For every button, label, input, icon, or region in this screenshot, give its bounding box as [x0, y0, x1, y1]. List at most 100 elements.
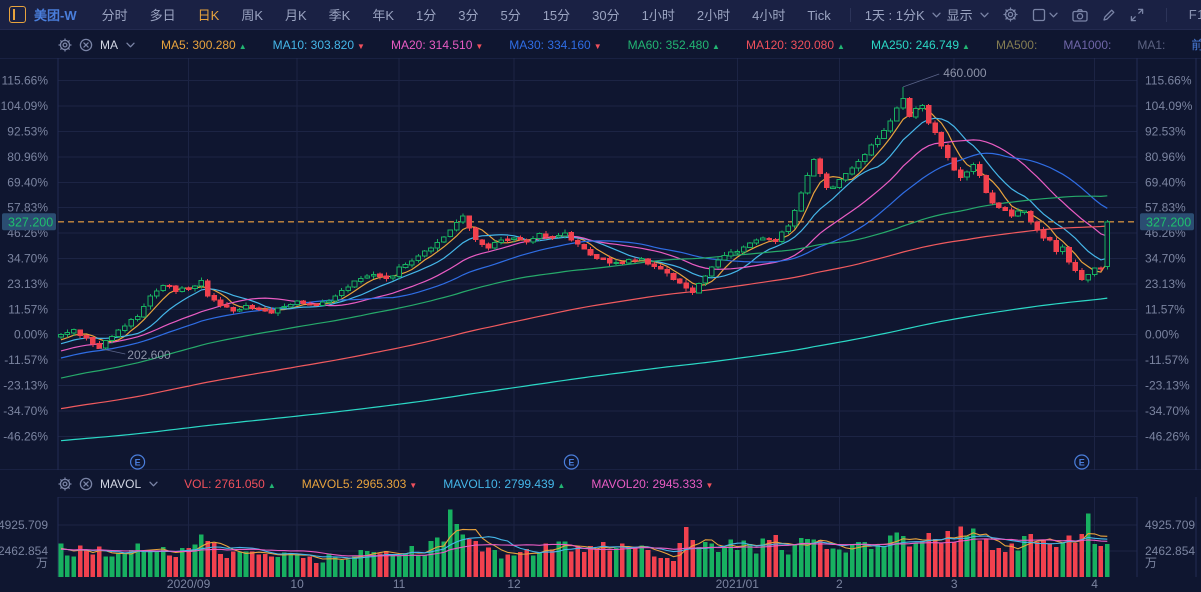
svg-text:69.40%: 69.40%	[7, 175, 48, 189]
tab-1小时[interactable]: 1小时	[631, 8, 686, 23]
svg-text:23.13%: 23.13%	[1145, 277, 1186, 291]
tab-月K[interactable]: 月K	[274, 8, 318, 23]
tab-多日[interactable]: 多日	[139, 8, 187, 23]
indicator-value-MA1[interactable]: MA1:	[1137, 38, 1165, 52]
tab-周K[interactable]: 周K	[230, 8, 274, 23]
indicator-value-MAVOL10[interactable]: MAVOL10: 2799.439▲	[443, 477, 565, 491]
toolbar-right-group: 显示 F10	[947, 5, 1201, 24]
period-tabs: 分时多日日K周K月K季K年K1分3分5分15分30分1小时2小时4小时Tick	[91, 5, 842, 24]
indicator-value-MAVOL20[interactable]: MAVOL20: 2945.333▼	[591, 477, 713, 491]
down-arrow-icon: ▼	[594, 42, 602, 51]
svg-text:4: 4	[1091, 577, 1098, 591]
svg-text:92.53%: 92.53%	[1145, 125, 1186, 139]
toolbar-divider	[850, 8, 851, 22]
indicator-value-MA10[interactable]: MA10: 303.820▼	[273, 38, 365, 52]
indicator-value-MA20[interactable]: MA20: 314.510▼	[391, 38, 483, 52]
indicator-value-MA120[interactable]: MA120: 320.080▲	[746, 38, 845, 52]
up-arrow-icon: ▲	[712, 42, 720, 51]
svg-text:11.57%: 11.57%	[8, 302, 48, 316]
svg-text:57.83%: 57.83%	[1145, 201, 1186, 215]
screenshot-camera-icon[interactable]	[1072, 8, 1088, 22]
svg-text:-23.13%: -23.13%	[1145, 379, 1190, 393]
trading-app-window: { "toolbar": { "symbol": "美团-W", "tabs":…	[0, 0, 1201, 592]
indicator-name-dropdown[interactable]: MA	[100, 38, 135, 52]
chart-style-dropdown[interactable]	[1032, 8, 1058, 22]
tab-季K[interactable]: 季K	[318, 8, 362, 23]
svg-text:10: 10	[290, 577, 304, 591]
up-arrow-icon: ▲	[557, 481, 565, 490]
tab-Tick[interactable]: Tick	[796, 8, 841, 23]
svg-text:0.00%: 0.00%	[14, 328, 48, 342]
tab-15分[interactable]: 15分	[532, 8, 581, 23]
indicator-name-dropdown[interactable]: MAVOL	[100, 477, 158, 491]
tab-3分[interactable]: 3分	[447, 8, 489, 23]
svg-text:34.70%: 34.70%	[7, 252, 48, 266]
svg-text:327.200: 327.200	[8, 215, 53, 229]
indicator-value-MA60[interactable]: MA60: 352.480▲	[628, 38, 720, 52]
indicator-value-VOL[interactable]: VOL: 2761.050▲	[184, 477, 276, 491]
indicator-value-MA1000[interactable]: MA1000:	[1063, 38, 1111, 52]
up-arrow-icon: ▲	[837, 42, 845, 51]
svg-text:-34.70%: -34.70%	[3, 404, 48, 418]
chevron-down-icon	[149, 481, 158, 487]
svg-text:-46.26%: -46.26%	[1145, 429, 1190, 443]
tab-30分[interactable]: 30分	[581, 8, 630, 23]
indicator-value-MA5[interactable]: MA5: 300.280▲	[161, 38, 247, 52]
svg-text:104.09%: 104.09%	[1, 99, 49, 113]
svg-text:-46.26%: -46.26%	[3, 429, 48, 443]
display-menu[interactable]: 显示	[947, 5, 989, 24]
draw-pencil-icon[interactable]	[1102, 8, 1116, 22]
toolbar-divider	[1166, 8, 1167, 22]
down-arrow-icon: ▼	[357, 42, 365, 51]
svg-text:2021/01: 2021/01	[716, 577, 760, 591]
svg-text:12: 12	[507, 577, 521, 591]
indicator-settings-gear-icon[interactable]	[58, 38, 72, 52]
toolbar-left-group: 美团-W 分时多日日K周K月K季K年K1分3分5分15分30分1小时2小时4小时…	[0, 5, 947, 24]
tab-日K[interactable]: 日K	[187, 8, 231, 23]
tab-5分[interactable]: 5分	[489, 8, 531, 23]
fullscreen-expand-icon[interactable]	[1130, 8, 1144, 22]
tab-4小时[interactable]: 4小时	[741, 8, 796, 23]
indicator-value-MA500[interactable]: MA500:	[996, 38, 1037, 52]
svg-text:327.200: 327.200	[1146, 215, 1191, 229]
down-arrow-icon: ▼	[475, 42, 483, 51]
candlestick-chart-canvas[interactable]: 460.000202.600EEE115.66%115.66%104.09%10…	[0, 58, 1201, 592]
symbol-name[interactable]: 美团-W	[34, 5, 77, 24]
svg-text:11: 11	[393, 577, 406, 591]
svg-text:-11.57%: -11.57%	[4, 353, 48, 367]
tab-年K[interactable]: 年K	[361, 8, 405, 23]
f10-button[interactable]: F10	[1189, 7, 1201, 22]
svg-text:2020/09: 2020/09	[167, 577, 211, 591]
indicator-value-MA250[interactable]: MA250: 246.749▲	[871, 38, 970, 52]
svg-text:92.53%: 92.53%	[7, 125, 48, 139]
svg-text:E: E	[1079, 458, 1085, 468]
svg-text:69.40%: 69.40%	[1145, 175, 1186, 189]
indicator-close-icon[interactable]	[79, 38, 93, 52]
tab-分时[interactable]: 分时	[91, 8, 139, 23]
chevron-down-icon	[932, 12, 941, 18]
indicator-value-MA30[interactable]: MA30: 334.160▼	[509, 38, 601, 52]
indicator-close-icon[interactable]	[79, 477, 93, 491]
svg-text:-23.13%: -23.13%	[3, 379, 48, 393]
svg-text:80.96%: 80.96%	[1145, 150, 1186, 164]
svg-text:80.96%: 80.96%	[7, 150, 48, 164]
top-toolbar: 美团-W 分时多日日K周K月K季K年K1分3分5分15分30分1小时2小时4小时…	[0, 0, 1201, 30]
svg-text:23.13%: 23.13%	[7, 277, 48, 291]
svg-text:万: 万	[36, 556, 48, 570]
svg-text:11.57%: 11.57%	[1145, 302, 1185, 316]
up-arrow-icon: ▲	[962, 42, 970, 51]
svg-text:115.66%: 115.66%	[1145, 74, 1192, 88]
custom-period-dropdown[interactable]: 1天 : 1分K	[859, 5, 947, 24]
tab-1分[interactable]: 1分	[405, 8, 447, 23]
ma-values-group: MA5: 300.280▲ MA10: 303.820▼ MA20: 314.510…	[135, 38, 1165, 52]
svg-text:2: 2	[836, 577, 843, 591]
indicator-settings-gear-icon[interactable]	[58, 477, 72, 491]
settings-gear-icon[interactable]	[1003, 7, 1018, 22]
svg-text:4925.709: 4925.709	[0, 518, 48, 532]
indicator-value-MAVOL5[interactable]: MAVOL5: 2965.303▼	[302, 477, 417, 491]
tab-2小时[interactable]: 2小时	[686, 8, 741, 23]
panel-layout-icon[interactable]	[9, 6, 26, 23]
forward-adjust-button[interactable]: 前复权	[1191, 36, 1201, 53]
up-arrow-icon: ▲	[239, 42, 247, 51]
chevron-down-icon	[126, 42, 135, 48]
